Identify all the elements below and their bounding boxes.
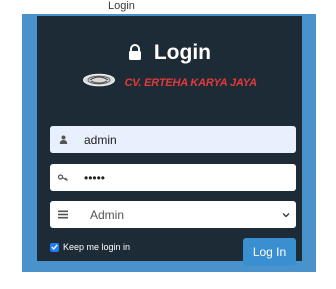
role-selected-value: Admin: [90, 207, 125, 222]
remember-me[interactable]: Keep me login in: [50, 242, 130, 252]
user-icon: [50, 126, 76, 153]
check-icon: [51, 244, 58, 250]
key-icon: [50, 164, 76, 191]
lock-icon: [128, 44, 142, 60]
login-button[interactable]: Log In: [243, 238, 296, 266]
login-panel: Login CV. ERTEHA KARYA JAYA admin ••••• …: [37, 16, 302, 266]
brand: CV. ERTEHA KARYA JAYA: [37, 73, 302, 92]
page-top-text: Login: [108, 0, 135, 12]
remember-checkbox[interactable]: [50, 242, 59, 252]
username-input[interactable]: admin: [76, 133, 296, 147]
chevron-down-icon[interactable]: [276, 212, 296, 218]
login-title-text: Login: [153, 41, 211, 64]
login-title: Login: [37, 40, 302, 66]
password-input[interactable]: •••••: [76, 171, 296, 185]
list-icon: [50, 201, 76, 228]
brand-logo: [82, 73, 116, 92]
username-field[interactable]: admin: [50, 126, 296, 153]
password-field[interactable]: •••••: [50, 164, 296, 191]
brand-name: CV. ERTEHA KARYA JAYA: [124, 76, 258, 89]
role-select[interactable]: Admin: [50, 201, 296, 228]
remember-label: Keep me login in: [63, 242, 131, 252]
